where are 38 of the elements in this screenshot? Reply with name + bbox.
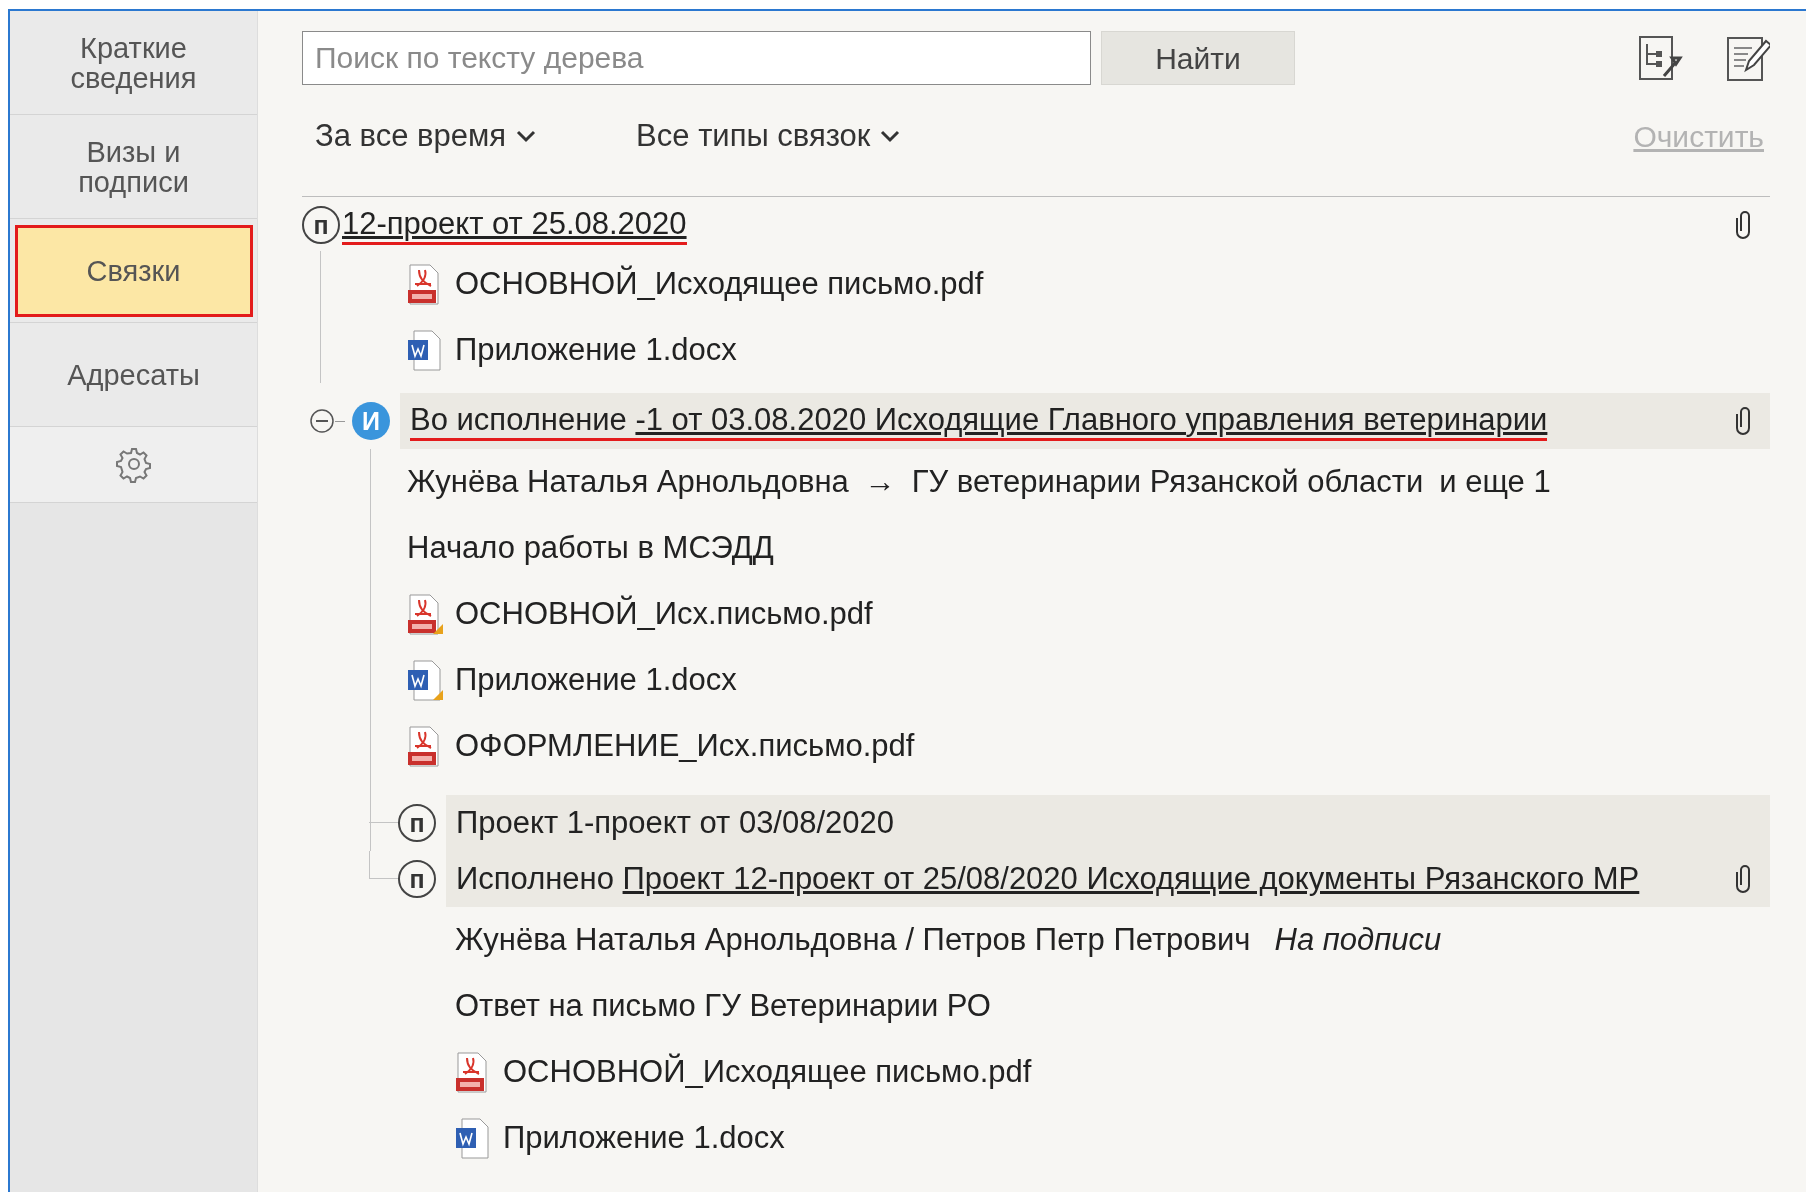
highlighted-row[interactable]: Проект 1-проект от 03/08/2020 xyxy=(446,795,1770,851)
collapse-icon[interactable] xyxy=(309,408,335,434)
project-badge: п xyxy=(302,206,340,244)
signers-text: Жунёва Наталья Арнольдовна / Петров Петр Петрович xyxy=(455,920,1251,959)
execution-badge: И xyxy=(352,402,390,440)
tree-settings-icon[interactable] xyxy=(1638,34,1684,82)
project-badge: п xyxy=(398,804,436,842)
node-title: Исполнено Проект 12-проект от 25/08/2020 Исходящие документы Рязанского МР xyxy=(456,861,1640,897)
more-recipients-text: и еще 1 xyxy=(1439,462,1551,501)
filter-dropdown[interactable]: За все время xyxy=(315,112,537,160)
find-button[interactable]: Найти xyxy=(1101,31,1295,85)
file-name[interactable]: ОСНОВНОЙ_Исх.письмо.pdf xyxy=(455,590,873,638)
node-title: Проект 1-проект от 03/08/2020 xyxy=(456,805,895,841)
arrow-text: → xyxy=(864,462,896,501)
highlighted-row[interactable]: Исполнено Проект 12-проект от 25/08/2020 Исходящие документы Рязанского МР xyxy=(446,851,1770,907)
filter-dropdown[interactable]: Все типы связок xyxy=(636,112,901,160)
file-name[interactable]: ОСНОВНОЙ_Исходящее письмо.pdf xyxy=(455,260,984,308)
note-text: Начало работы в МСЭДД xyxy=(407,528,774,567)
project-badge: п xyxy=(398,860,436,898)
settings-icon xyxy=(115,445,152,484)
sidebar-tab[interactable]: Связки xyxy=(14,224,253,317)
file-name[interactable]: ОСНОВНОЙ_Исходящее письмо.pdf xyxy=(503,1048,1032,1096)
edit-document-icon[interactable] xyxy=(1726,34,1770,82)
note-text: Ответ на письмо ГУ Ветеринарии РО xyxy=(455,986,991,1025)
file-name[interactable]: Приложение 1.docx xyxy=(503,1114,785,1162)
file-name[interactable]: Приложение 1.docx xyxy=(455,656,737,704)
file-name[interactable]: ОФОРМЛЕНИЕ_Исх.письмо.pdf xyxy=(455,722,915,770)
node-title: Во исполнение -1 от 03.08.2020 Исходящие Главного управления ветеринарии xyxy=(410,401,1548,441)
chevron-down-icon xyxy=(516,129,537,143)
chevron-down-icon xyxy=(880,129,901,143)
sender-name: Жунёва Наталья Арнольдовна xyxy=(407,462,849,501)
status-text: На подписи xyxy=(1274,920,1442,959)
tree-line xyxy=(369,851,398,879)
file-name[interactable]: Приложение 1.docx xyxy=(455,326,737,374)
search-field[interactable]: Поиск по тексту дерева xyxy=(302,31,1091,85)
recipient-name: ГУ ветеринарии Рязанской области xyxy=(911,462,1424,501)
highlighted-row[interactable]: Во исполнение -1 от 03.08.2020 Исходящие Главного управления ветеринарии xyxy=(400,393,1770,449)
node-title: 12-проект от 25.08.2020 xyxy=(342,205,687,245)
